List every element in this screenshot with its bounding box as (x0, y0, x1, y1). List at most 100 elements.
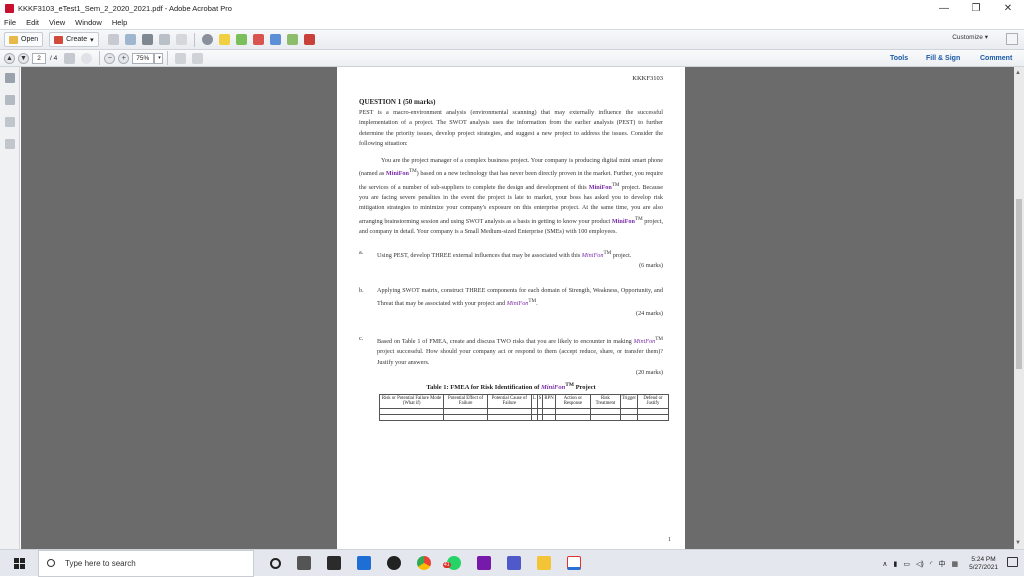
chrome-icon[interactable] (417, 556, 431, 570)
tools-tab[interactable]: Tools (890, 50, 908, 67)
document-viewport[interactable]: KKKF3103 QUESTION 1 (50 marks) PEST is a… (21, 67, 1014, 549)
title-bar: KKKF3103_eTest1_Sem_2_2020_2021.pdf - Ad… (0, 0, 1024, 16)
folder-icon (9, 35, 18, 44)
scroll-down-icon[interactable]: ▼ (1015, 540, 1021, 546)
attachments-icon[interactable] (5, 139, 15, 149)
edit-icon[interactable] (158, 34, 170, 45)
toolbar-divider (167, 51, 169, 65)
menu-edit[interactable]: Edit (26, 18, 39, 27)
navigation-toolbar: ▲ ▼ 2 / 4 − + 75% ▾ (0, 50, 1024, 67)
file-explorer-icon[interactable] (537, 556, 551, 570)
menu-file[interactable]: File (4, 18, 16, 27)
page-thumbnails-icon[interactable] (5, 73, 15, 83)
table-header: Defend or Justify (636, 393, 670, 409)
toolbar-divider (99, 51, 101, 65)
task-view-icon[interactable] (297, 556, 311, 570)
keyboard-icon[interactable]: ▦ (951, 560, 958, 568)
menu-view[interactable]: View (49, 18, 65, 27)
menu-window[interactable]: Window (75, 18, 102, 27)
windows-taskbar: Type here to search 41 ∧ ▮ ▭ ◁) ◜ 中 ▦ 5:… (0, 549, 1024, 577)
print-icon[interactable] (141, 34, 153, 45)
whatsapp-icon[interactable]: 41 (443, 556, 461, 570)
zoom-dropdown-icon[interactable]: ▾ (154, 52, 164, 64)
store-icon[interactable] (327, 556, 341, 570)
stamp-icon[interactable] (252, 34, 264, 45)
table-header: Trigger (619, 393, 638, 409)
start-button[interactable] (0, 550, 38, 577)
maximize-button[interactable]: ❐ (960, 0, 992, 16)
create-button[interactable]: Create ▾ (49, 32, 99, 47)
page-total: / 4 (50, 54, 58, 62)
highlight-icon[interactable] (235, 34, 247, 45)
teams-icon[interactable] (507, 556, 521, 570)
question-item-b: b. Applying SWOT matrix, construct THREE … (359, 286, 663, 318)
sign-icon[interactable] (303, 34, 315, 45)
bookmarks-icon[interactable] (5, 95, 15, 105)
hand-tool-icon[interactable] (81, 52, 93, 64)
page-number-input[interactable]: 2 (32, 52, 46, 64)
ime-indicator[interactable]: 中 (938, 559, 945, 569)
course-code: KKKF3103 (632, 75, 663, 82)
table-header: Potential Cause of Failure (486, 393, 532, 409)
volume-icon[interactable]: ◁) (916, 560, 924, 568)
question-item-a: a. Using PEST, develop THREE external inf… (359, 248, 663, 270)
email-icon[interactable] (175, 34, 187, 45)
acrobat-app-icon (5, 3, 14, 13)
settings-icon[interactable] (201, 34, 213, 45)
system-clock[interactable]: 5:24 PM 5/27/2021 (969, 556, 998, 572)
zoom-out-button[interactable]: − (104, 52, 116, 64)
share-icon[interactable] (269, 34, 281, 45)
question-heading: QUESTION 1 (50 marks) (359, 98, 436, 106)
chevron-up-icon[interactable]: ∧ (882, 560, 887, 568)
cortana-icon[interactable] (270, 557, 281, 569)
comment-tab[interactable]: Comment (980, 50, 1012, 67)
next-page-button[interactable]: ▼ (18, 52, 29, 64)
page-number: 1 (668, 537, 671, 543)
minimize-button[interactable]: — (928, 0, 960, 16)
upload-icon[interactable] (124, 34, 136, 45)
system-tray: ∧ ▮ ▭ ◁) ◜ 中 ▦ 5:24 PM 5/27/2021 (879, 550, 998, 577)
zoom-in-button[interactable]: + (118, 52, 130, 64)
fill-sign-tab[interactable]: Fill & Sign (926, 50, 960, 67)
table-header: Action or Response (554, 393, 592, 409)
notification-badge: 41 (443, 562, 451, 568)
table-row (378, 413, 670, 421)
table-header: RPN (542, 393, 556, 409)
export-icon[interactable] (286, 34, 298, 45)
prev-page-button[interactable]: ▲ (4, 52, 15, 64)
comment-icon[interactable] (218, 34, 230, 45)
select-tool-icon[interactable] (64, 52, 76, 64)
mail-icon[interactable] (357, 556, 371, 570)
onenote-icon[interactable] (477, 556, 491, 570)
table-header: Risk or Potential Failure Mode (What if) (378, 393, 445, 409)
zoom-field[interactable]: 75% (132, 52, 155, 64)
table-header-row: Risk or Potential Failure Mode (What if)… (378, 393, 670, 409)
toolbar-divider (193, 32, 195, 47)
scenario-paragraph: You are the project manager of a complex… (359, 156, 664, 236)
window-title: KKKF3103_eTest1_Sem_2_2020_2021.pdf - Ad… (18, 3, 232, 13)
fit-page-icon[interactable] (175, 52, 187, 64)
table-caption: Table 1: FMEA for Risk Identification of… (426, 381, 596, 391)
chevron-down-icon: ▾ (90, 36, 94, 44)
question-item-c: c. Based on Table 1 of FMEA, create and d… (359, 334, 663, 377)
table-header: Potential Effect of Failure (443, 393, 488, 409)
close-button[interactable]: ✕ (992, 0, 1024, 16)
expand-icon[interactable] (1006, 33, 1018, 45)
save-icon[interactable] (107, 34, 119, 45)
vertical-scrollbar[interactable]: ▲ ▼ (1014, 67, 1024, 549)
scrollbar-thumb[interactable] (1016, 199, 1022, 369)
menu-help[interactable]: Help (112, 18, 127, 27)
acrobat-taskbar-icon[interactable] (567, 556, 581, 570)
battery-icon[interactable]: ▭ (903, 560, 910, 568)
media-player-icon[interactable] (387, 556, 401, 570)
wifi-icon[interactable]: ◜ (930, 560, 933, 568)
signatures-icon[interactable] (5, 117, 15, 127)
fit-width-icon[interactable] (192, 52, 204, 64)
microphone-icon[interactable]: ▮ (894, 560, 898, 568)
notification-center-icon[interactable] (1007, 557, 1018, 567)
window-controls: — ❐ ✕ (928, 0, 1024, 16)
taskbar-search[interactable]: Type here to search (38, 549, 254, 577)
customize-button[interactable]: Customize ▾ (952, 33, 988, 41)
scroll-up-icon[interactable]: ▲ (1015, 70, 1021, 76)
open-button[interactable]: Open (4, 32, 44, 47)
